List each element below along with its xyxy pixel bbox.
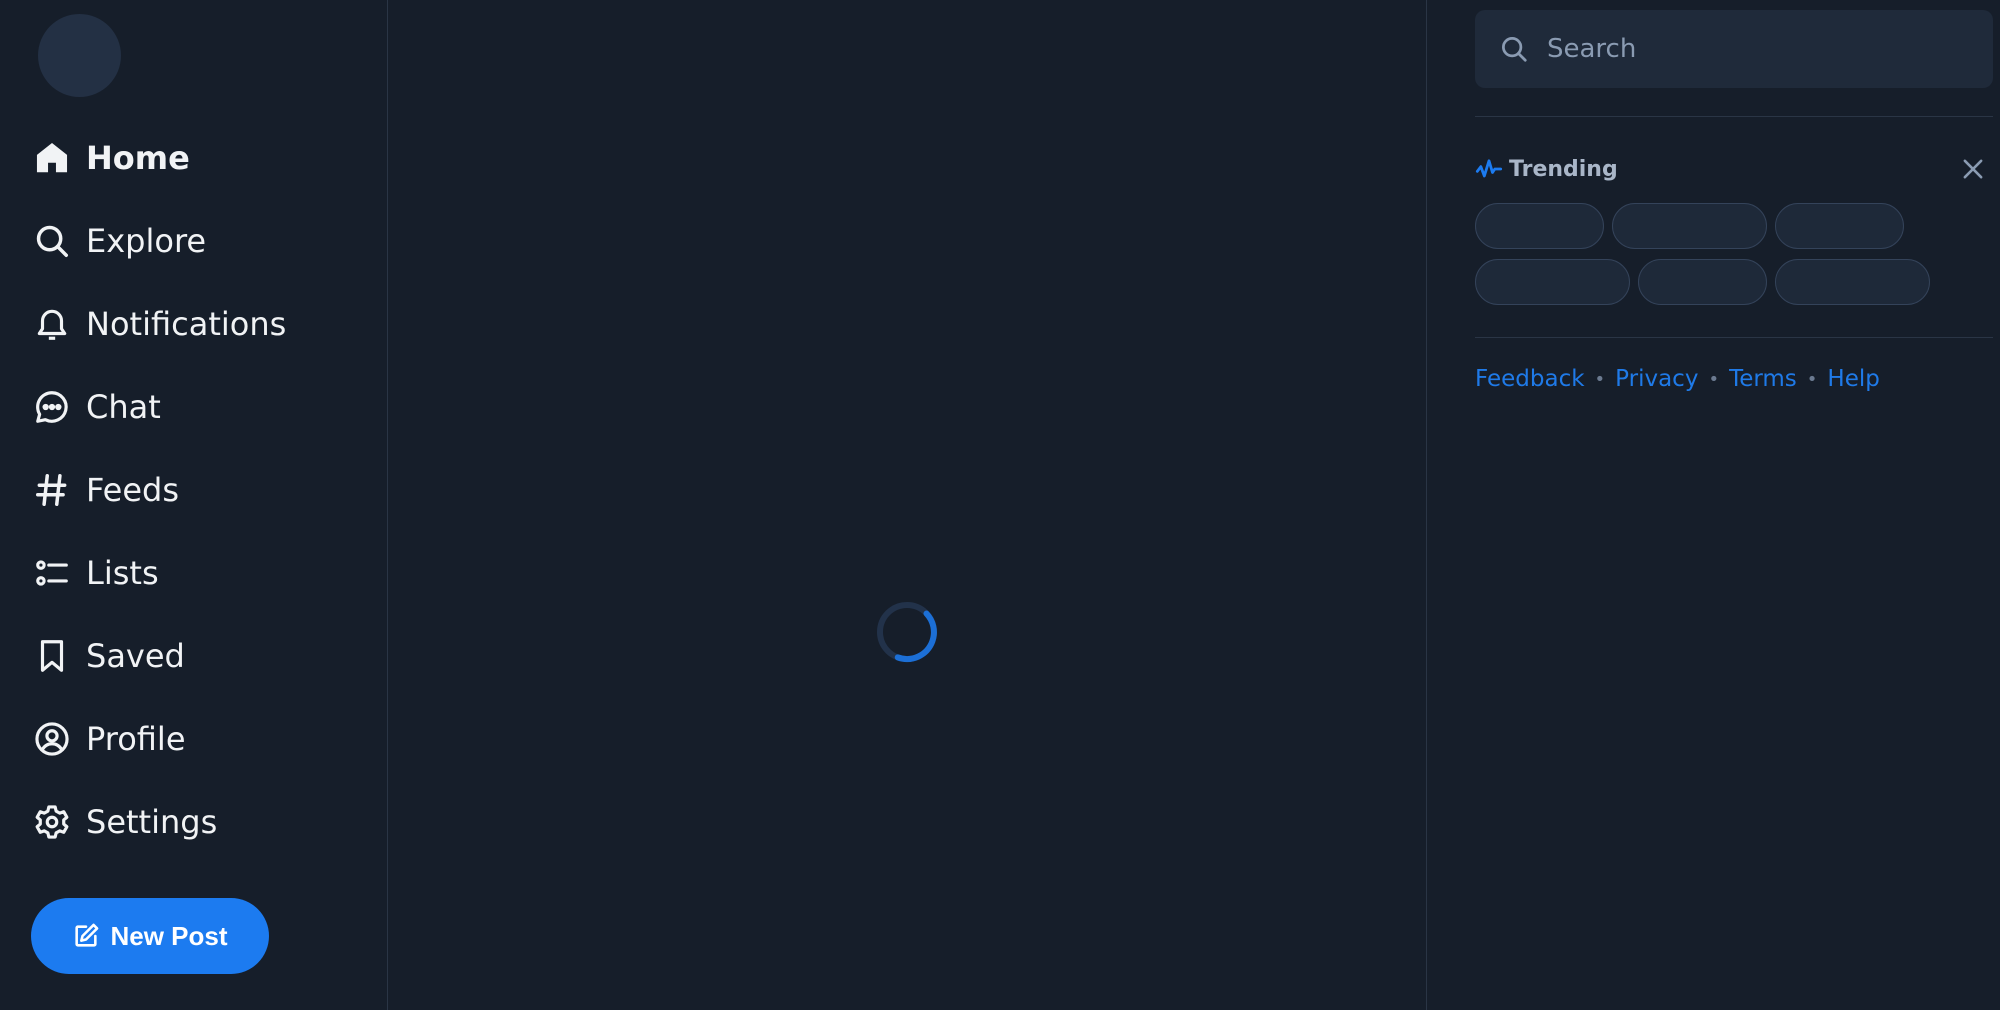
sidebar-item-settings[interactable]: Settings [30,780,370,863]
search-icon [1502,37,1527,62]
trending-topic-placeholder[interactable] [1638,259,1767,305]
sidebar-item-label: Explore [86,221,207,260]
hashtag-icon [30,468,74,512]
search-input[interactable] [1545,33,1945,65]
chat-icon [30,385,74,429]
trending-topic-placeholder[interactable] [1612,203,1767,249]
privacy-link[interactable]: Privacy [1615,366,1698,392]
divider [1475,337,1993,338]
trending-topic-placeholder[interactable] [1475,203,1604,249]
sidebar-item-home[interactable]: Home [30,116,370,199]
right-sidebar: Trending Feedback • Privacy • Terms • He… [1475,10,1993,392]
separator-dot: • [1594,368,1606,390]
trending-header: Trending [1475,153,1993,185]
sidebar-item-feeds[interactable]: Feeds [30,448,370,531]
sidebar-item-profile[interactable]: Profile [30,697,370,780]
left-sidebar: Home Explore Notifications Chat Feeds Li… [0,0,388,1010]
sidebar-item-notifications[interactable]: Notifications [30,282,370,365]
edit-icon [75,923,99,947]
terms-link[interactable]: Terms [1729,366,1797,392]
sidebar-item-label: Chat [86,387,161,426]
footer-links: Feedback • Privacy • Terms • Help [1475,366,1993,392]
new-post-button[interactable]: New Post [31,898,269,974]
trending-icon [1475,159,1503,178]
sidebar-item-lists[interactable]: Lists [30,531,370,614]
avatar[interactable] [38,14,121,97]
sidebar-item-saved[interactable]: Saved [30,614,370,697]
trending-topic-placeholder[interactable] [1775,203,1904,249]
new-post-label: New Post [110,920,228,951]
divider [1475,116,1993,117]
trending-topics [1475,203,1945,315]
trending-topic-placeholder[interactable] [1475,259,1630,305]
gear-icon [30,800,74,844]
search-icon [30,219,74,263]
sidebar-item-label: Profile [86,719,186,758]
sidebar-item-explore[interactable]: Explore [30,199,370,282]
search-bar[interactable] [1475,10,1993,88]
trending-title: Trending [1509,156,1618,182]
trending-topic-placeholder[interactable] [1775,259,1930,305]
list-icon [30,551,74,595]
sidebar-item-label: Home [86,138,190,177]
sidebar-item-label: Saved [86,636,185,675]
sidebar-item-label: Lists [86,553,159,592]
separator-dot: • [1806,368,1818,390]
bell-icon [30,302,74,346]
main-feed [388,0,1427,1010]
separator-dot: • [1708,368,1720,390]
feedback-link[interactable]: Feedback [1475,366,1585,392]
sidebar-item-chat[interactable]: Chat [30,365,370,448]
sidebar-item-label: Notifications [86,304,287,343]
close-icon[interactable] [1959,155,1987,183]
sidebar-item-label: Settings [86,802,218,841]
bookmark-icon [30,634,74,678]
home-icon [30,136,74,180]
loading-spinner-icon [877,602,937,662]
help-link[interactable]: Help [1827,366,1879,392]
user-circle-icon [30,717,74,761]
sidebar-item-label: Feeds [86,470,180,509]
main-nav: Home Explore Notifications Chat Feeds Li… [30,116,370,863]
app-window: Home Explore Notifications Chat Feeds Li… [0,0,2000,1010]
